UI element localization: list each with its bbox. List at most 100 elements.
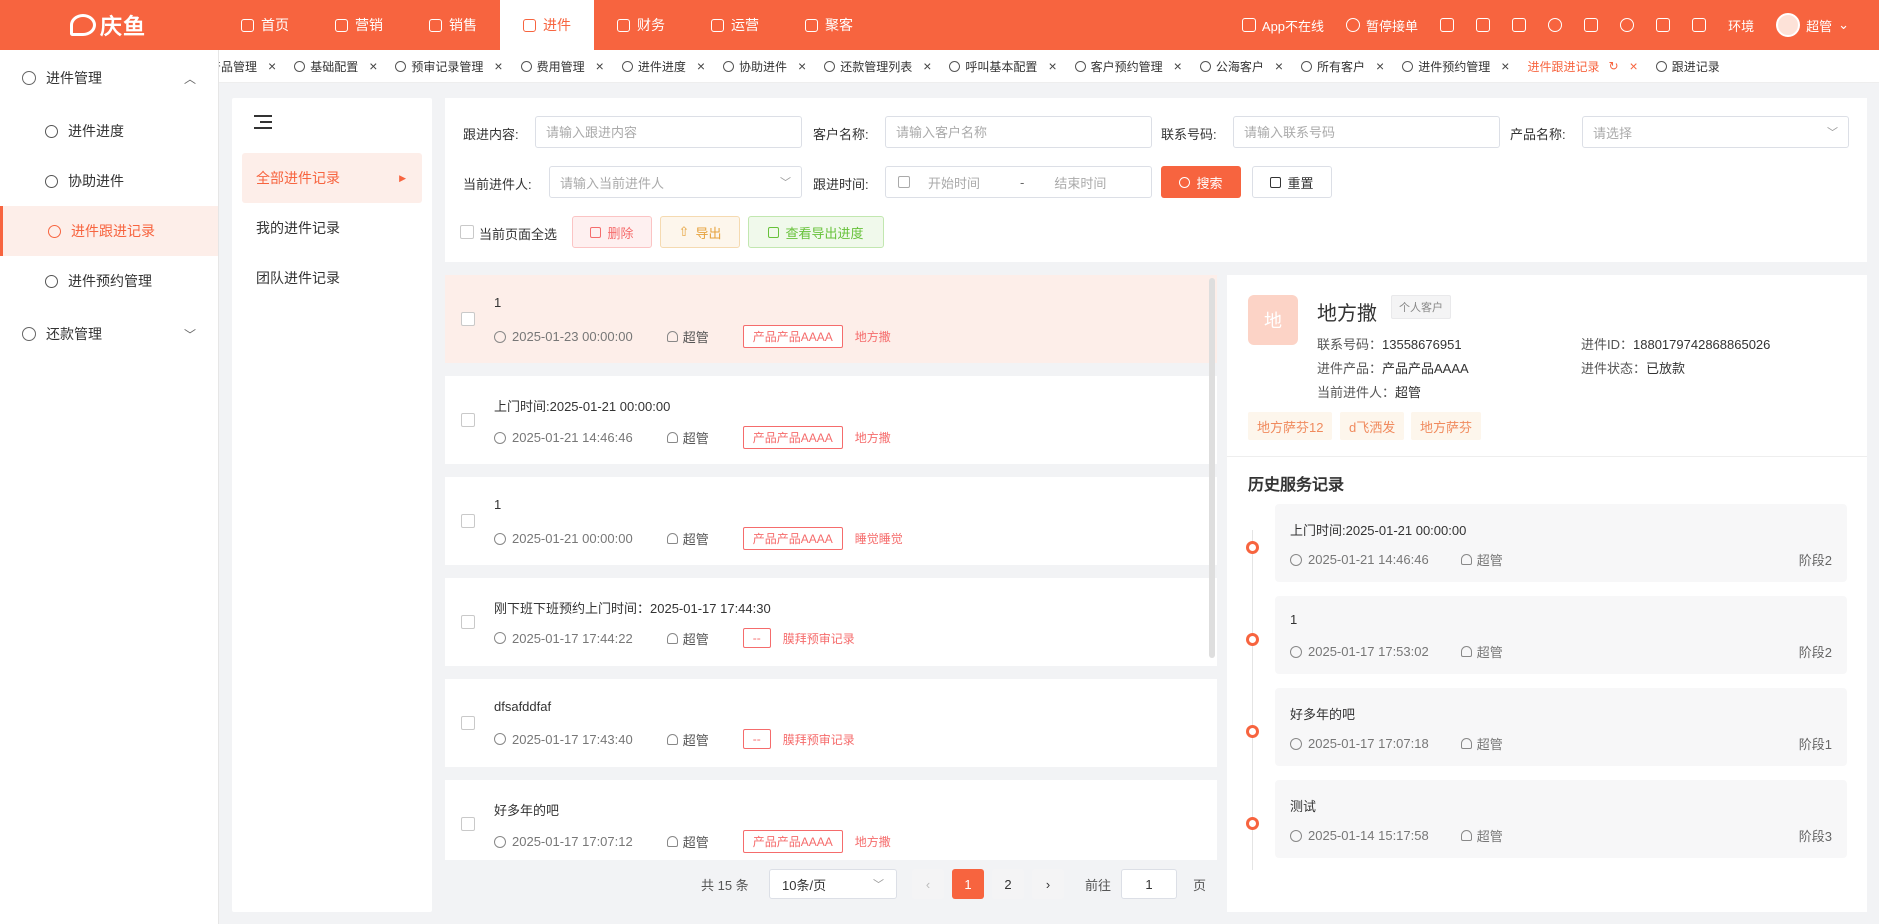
- tab-public-customers[interactable]: 公海客户 ×: [1190, 50, 1291, 82]
- list-item[interactable]: 好多年的吧 2025-01-17 17:07:12 超管 产品产品AAAA 地方撒: [445, 780, 1217, 860]
- view-export-progress-button[interactable]: 查看导出进度: [748, 216, 884, 248]
- nav-marketing[interactable]: 营销: [312, 0, 406, 50]
- close-icon[interactable]: ×: [596, 58, 604, 74]
- prev-page-button[interactable]: ‹: [912, 869, 944, 899]
- sidebar-item-assist[interactable]: 协助进件: [0, 156, 218, 206]
- tab-prereview[interactable]: 预审记录管理 ×: [385, 50, 510, 82]
- nav-operations[interactable]: 运营: [688, 0, 782, 50]
- env-label[interactable]: 环境: [1728, 16, 1754, 35]
- sidebar-group-application[interactable]: 进件管理 ︿: [0, 50, 218, 106]
- close-icon[interactable]: ×: [369, 58, 377, 74]
- tab-progress[interactable]: 进件进度 ×: [612, 50, 713, 82]
- refresh-icon[interactable]: ↻: [1608, 59, 1618, 73]
- history-item[interactable]: 上门时间:2025-01-21 00:00:00 2025-01-21 14:4…: [1275, 504, 1847, 582]
- owner-label: 当前进件人:: [463, 177, 532, 192]
- history-item[interactable]: 测试 2025-01-14 15:17:58 超管 阶段3: [1275, 780, 1847, 858]
- record-checkbox[interactable]: [461, 514, 475, 528]
- select-all-checkbox[interactable]: [460, 225, 474, 239]
- list-item[interactable]: dfsafddfaf 2025-01-17 17:43:40 超管 -- 膜拜预审记录: [445, 679, 1217, 767]
- record-checkbox[interactable]: [461, 817, 475, 831]
- tab-all-customers[interactable]: 所有客户 ×: [1291, 50, 1392, 82]
- user-menu[interactable]: 超管 ⌄: [1776, 13, 1849, 37]
- product-select[interactable]: 请选择 ﹀: [1582, 116, 1849, 148]
- record-checkbox[interactable]: [461, 615, 475, 629]
- list-item[interactable]: 刚下班下班预约上门时间：2025-01-17 17:44:30 2025-01-…: [445, 578, 1217, 666]
- close-icon[interactable]: ×: [798, 58, 806, 74]
- nav-home[interactable]: 首页: [218, 0, 312, 50]
- tab-customer-appointment[interactable]: 客户预约管理 ×: [1065, 50, 1190, 82]
- list-item[interactable]: 1 2025-01-21 00:00:00 超管 产品产品AAAA 睡觉睡觉: [445, 477, 1217, 565]
- sidebar-item-appointment[interactable]: 进件预约管理: [0, 256, 218, 306]
- goto-page-input[interactable]: 1: [1121, 869, 1177, 899]
- content-label: 跟进内容:: [463, 127, 519, 142]
- tab-followup-records[interactable]: 进件跟进记录 ↻ ×: [1517, 50, 1645, 82]
- sidebar-group-repayment[interactable]: 还款管理 ﹀: [0, 306, 218, 362]
- search-icon[interactable]: [1620, 18, 1635, 32]
- lock-icon[interactable]: [1440, 18, 1455, 32]
- shirt-icon[interactable]: [1512, 18, 1527, 32]
- tab-call-config[interactable]: 呼叫基本配置 ×: [939, 50, 1064, 82]
- nav-application[interactable]: 进件: [500, 0, 594, 50]
- tab-repayment-list[interactable]: 还款管理列表 ×: [814, 50, 939, 82]
- close-icon[interactable]: ×: [1275, 58, 1283, 74]
- list-scrollbar[interactable]: [1209, 278, 1215, 658]
- record-checkbox[interactable]: [461, 716, 475, 730]
- close-icon[interactable]: ×: [697, 58, 705, 74]
- sidebar-item-progress[interactable]: 进件进度: [0, 106, 218, 156]
- nav-customers[interactable]: 聚客: [782, 0, 876, 50]
- chevron-down-icon: ⌄: [1838, 17, 1849, 32]
- nav-sales[interactable]: 销售: [406, 0, 500, 50]
- date-range-picker[interactable]: 开始时间 - 结束时间: [885, 166, 1152, 198]
- fullscreen-icon[interactable]: [1584, 18, 1599, 32]
- next-page-button[interactable]: ›: [1032, 869, 1064, 899]
- briefcase-icon[interactable]: [1656, 18, 1671, 32]
- list-item[interactable]: 1 2025-01-23 00:00:00 超管 产品产品AAAA 地方撒: [445, 275, 1217, 363]
- pause-orders-button[interactable]: 暂停接单: [1346, 16, 1418, 35]
- tab-assist[interactable]: 协助进件 ×: [713, 50, 814, 82]
- search-button[interactable]: 搜索: [1161, 166, 1241, 198]
- tab-fees[interactable]: 费用管理 ×: [511, 50, 612, 82]
- close-icon[interactable]: ×: [1174, 58, 1182, 74]
- history-item[interactable]: 1 2025-01-17 17:53:02 超管 阶段2: [1275, 596, 1847, 674]
- sales-icon: [429, 18, 442, 32]
- sidebar-item-followup[interactable]: 进件跟进记录: [0, 206, 218, 256]
- start-date[interactable]: 开始时间: [928, 173, 980, 192]
- menu-all-records[interactable]: 全部进件记录 ▶: [242, 153, 422, 203]
- nav-finance[interactable]: 财务: [594, 0, 688, 50]
- menu-toggle-icon[interactable]: [254, 115, 272, 129]
- logo[interactable]: 庆鱼: [0, 0, 218, 50]
- content-input[interactable]: [535, 116, 802, 148]
- app-status[interactable]: App不在线: [1241, 16, 1324, 35]
- page-2[interactable]: 2: [992, 869, 1024, 899]
- close-icon[interactable]: ×: [923, 58, 931, 74]
- menu-my-records[interactable]: 我的进件记录: [242, 203, 422, 253]
- close-icon[interactable]: ×: [1048, 58, 1056, 74]
- bell-icon[interactable]: [1548, 18, 1563, 32]
- end-date[interactable]: 结束时间: [1054, 173, 1106, 192]
- reset-button[interactable]: 重置: [1252, 166, 1332, 198]
- tab-product[interactable]: 产品管理×: [219, 50, 284, 82]
- tab-application-appointment[interactable]: 进件预约管理 ×: [1392, 50, 1517, 82]
- customer-input[interactable]: [885, 116, 1152, 148]
- record-checkbox[interactable]: [461, 312, 475, 326]
- customer-type-badge: 个人客户: [1391, 295, 1451, 319]
- export-button[interactable]: ⇧ 导出: [660, 216, 740, 248]
- close-icon[interactable]: ×: [268, 58, 276, 74]
- tab-followup[interactable]: 跟进记录: [1646, 50, 1728, 82]
- list-item[interactable]: 上门时间:2025-01-21 00:00:00 2025-01-21 14:4…: [445, 376, 1217, 464]
- phone-input[interactable]: [1233, 116, 1500, 148]
- menu-team-records[interactable]: 团队进件记录: [242, 253, 422, 303]
- send-icon[interactable]: [1692, 18, 1707, 32]
- close-icon[interactable]: ×: [1376, 58, 1384, 74]
- record-checkbox[interactable]: [461, 413, 475, 427]
- delete-button[interactable]: 删除: [572, 216, 652, 248]
- owner-select[interactable]: 请输入当前进件人 ﹀: [549, 166, 802, 198]
- close-icon[interactable]: ×: [1501, 58, 1509, 74]
- list-icon[interactable]: [1476, 18, 1491, 32]
- close-icon[interactable]: ×: [1630, 58, 1638, 74]
- close-icon[interactable]: ×: [494, 58, 502, 74]
- tab-basic-config[interactable]: 基础配置 ×: [284, 50, 385, 82]
- page-size-select[interactable]: 10条/页 ﹀: [769, 869, 897, 899]
- page-1[interactable]: 1: [952, 869, 984, 899]
- history-item[interactable]: 好多年的吧 2025-01-17 17:07:18 超管 阶段1: [1275, 688, 1847, 766]
